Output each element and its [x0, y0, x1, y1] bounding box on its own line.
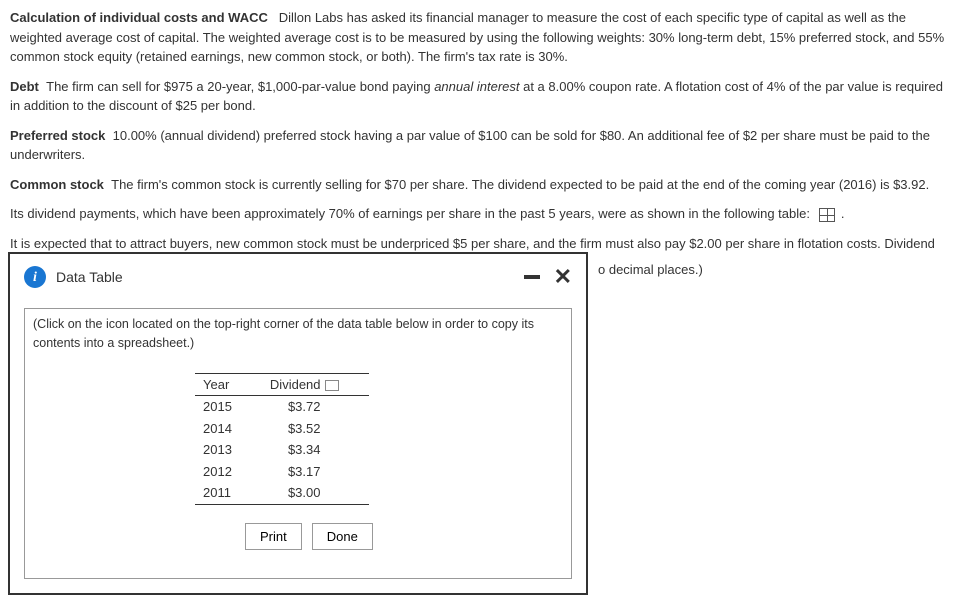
- preferred-paragraph: Preferred stock 10.00% (annual dividend)…: [10, 126, 949, 165]
- debt-label: Debt: [10, 79, 39, 94]
- common-paragraph: Common stock The firm's common stock is …: [10, 175, 949, 195]
- common-line2: Its dividend payments, which have been a…: [10, 204, 949, 224]
- table-row: 2015$3.72: [195, 396, 369, 418]
- modal-header: i Data Table ✕: [10, 254, 586, 308]
- close-icon[interactable]: ✕: [554, 266, 572, 288]
- dividend-table: Year Dividend 2015$3.72 2014$3.52 2013$3…: [195, 373, 369, 505]
- table-icon[interactable]: [819, 208, 835, 222]
- debt-paragraph: Debt The firm can sell for $975 a 20-yea…: [10, 77, 949, 116]
- minimize-icon[interactable]: [524, 275, 540, 279]
- col-dividend: Dividend: [262, 373, 369, 396]
- data-table-container: Year Dividend 2015$3.72 2014$3.52 2013$3…: [24, 359, 572, 579]
- copy-icon[interactable]: [325, 380, 339, 391]
- modal-title: Data Table: [56, 267, 123, 288]
- data-table-modal: i Data Table ✕ (Click on the icon locate…: [8, 252, 588, 595]
- table-row: 2012$3.17: [195, 461, 369, 483]
- intro-paragraph: Calculation of individual costs and WACC…: [10, 8, 949, 67]
- table-row: 2014$3.52: [195, 418, 369, 440]
- problem-title: Calculation of individual costs and WACC: [10, 10, 268, 25]
- col-year: Year: [195, 373, 262, 396]
- table-row: 2013$3.34: [195, 439, 369, 461]
- print-button[interactable]: Print: [245, 523, 302, 550]
- common-label: Common stock: [10, 177, 104, 192]
- preferred-label: Preferred stock: [10, 128, 105, 143]
- table-row: 2011$3.00: [195, 482, 369, 504]
- problem-text: Calculation of individual costs and WACC…: [10, 8, 949, 276]
- info-icon: i: [24, 266, 46, 288]
- done-button[interactable]: Done: [312, 523, 373, 550]
- obscured-text: o decimal places.): [598, 260, 703, 280]
- instruction-text: (Click on the icon located on the top-ri…: [24, 308, 572, 359]
